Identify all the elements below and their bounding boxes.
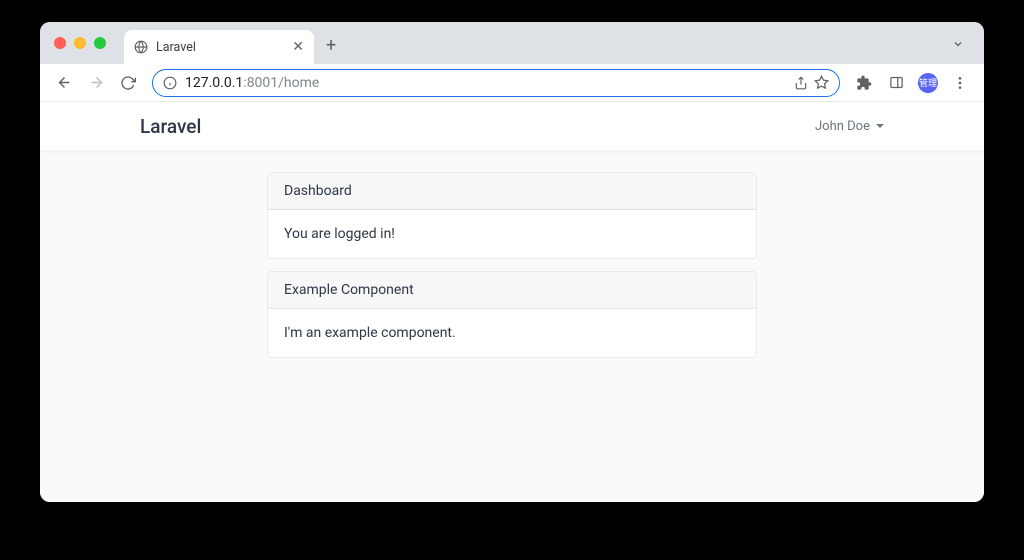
close-tab-icon[interactable]: ✕ — [292, 39, 304, 55]
menu-icon[interactable] — [946, 69, 974, 97]
window-controls — [54, 37, 106, 49]
brand-link[interactable]: Laravel — [140, 115, 201, 138]
new-tab-button[interactable]: + — [326, 35, 336, 56]
browser-tab[interactable]: Laravel ✕ — [124, 30, 314, 64]
chevron-down-icon[interactable] — [952, 38, 964, 50]
card-header: Example Component — [268, 272, 756, 309]
address-bar[interactable]: 127.0.0.1:8001/home — [152, 69, 840, 97]
star-icon[interactable] — [814, 75, 829, 90]
user-dropdown[interactable]: John Doe — [815, 119, 884, 134]
app-navbar: Laravel John Doe — [40, 102, 984, 150]
share-icon[interactable] — [794, 76, 808, 90]
side-panel-icon[interactable] — [882, 69, 910, 97]
forward-button[interactable] — [82, 69, 110, 97]
user-name: John Doe — [815, 119, 870, 134]
card-header: Dashboard — [268, 173, 756, 210]
extensions-icon[interactable] — [850, 69, 878, 97]
tab-title: Laravel — [156, 40, 292, 55]
card-body: I'm an example component. — [268, 309, 756, 357]
example-component-card: Example Component I'm an example compone… — [267, 271, 757, 358]
browser-toolbar: 127.0.0.1:8001/home 管理 — [40, 64, 984, 102]
maximize-window-button[interactable] — [94, 37, 106, 49]
browser-window: Laravel ✕ + 127.0.0.1:8001/home — [40, 22, 984, 502]
globe-icon — [134, 40, 148, 54]
main-content: Dashboard You are logged in! Example Com… — [267, 172, 757, 358]
titlebar: Laravel ✕ + — [40, 22, 984, 64]
back-button[interactable] — [50, 69, 78, 97]
url-text: 127.0.0.1:8001/home — [185, 75, 788, 91]
card-body: You are logged in! — [268, 210, 756, 258]
reload-button[interactable] — [114, 69, 142, 97]
info-icon[interactable] — [163, 76, 177, 90]
profile-button[interactable]: 管理 — [914, 69, 942, 97]
profile-avatar: 管理 — [918, 73, 938, 93]
close-window-button[interactable] — [54, 37, 66, 49]
page-viewport: Laravel John Doe Dashboard You are logge… — [40, 102, 984, 502]
minimize-window-button[interactable] — [74, 37, 86, 49]
chevron-down-icon — [876, 124, 884, 128]
dashboard-card: Dashboard You are logged in! — [267, 172, 757, 259]
